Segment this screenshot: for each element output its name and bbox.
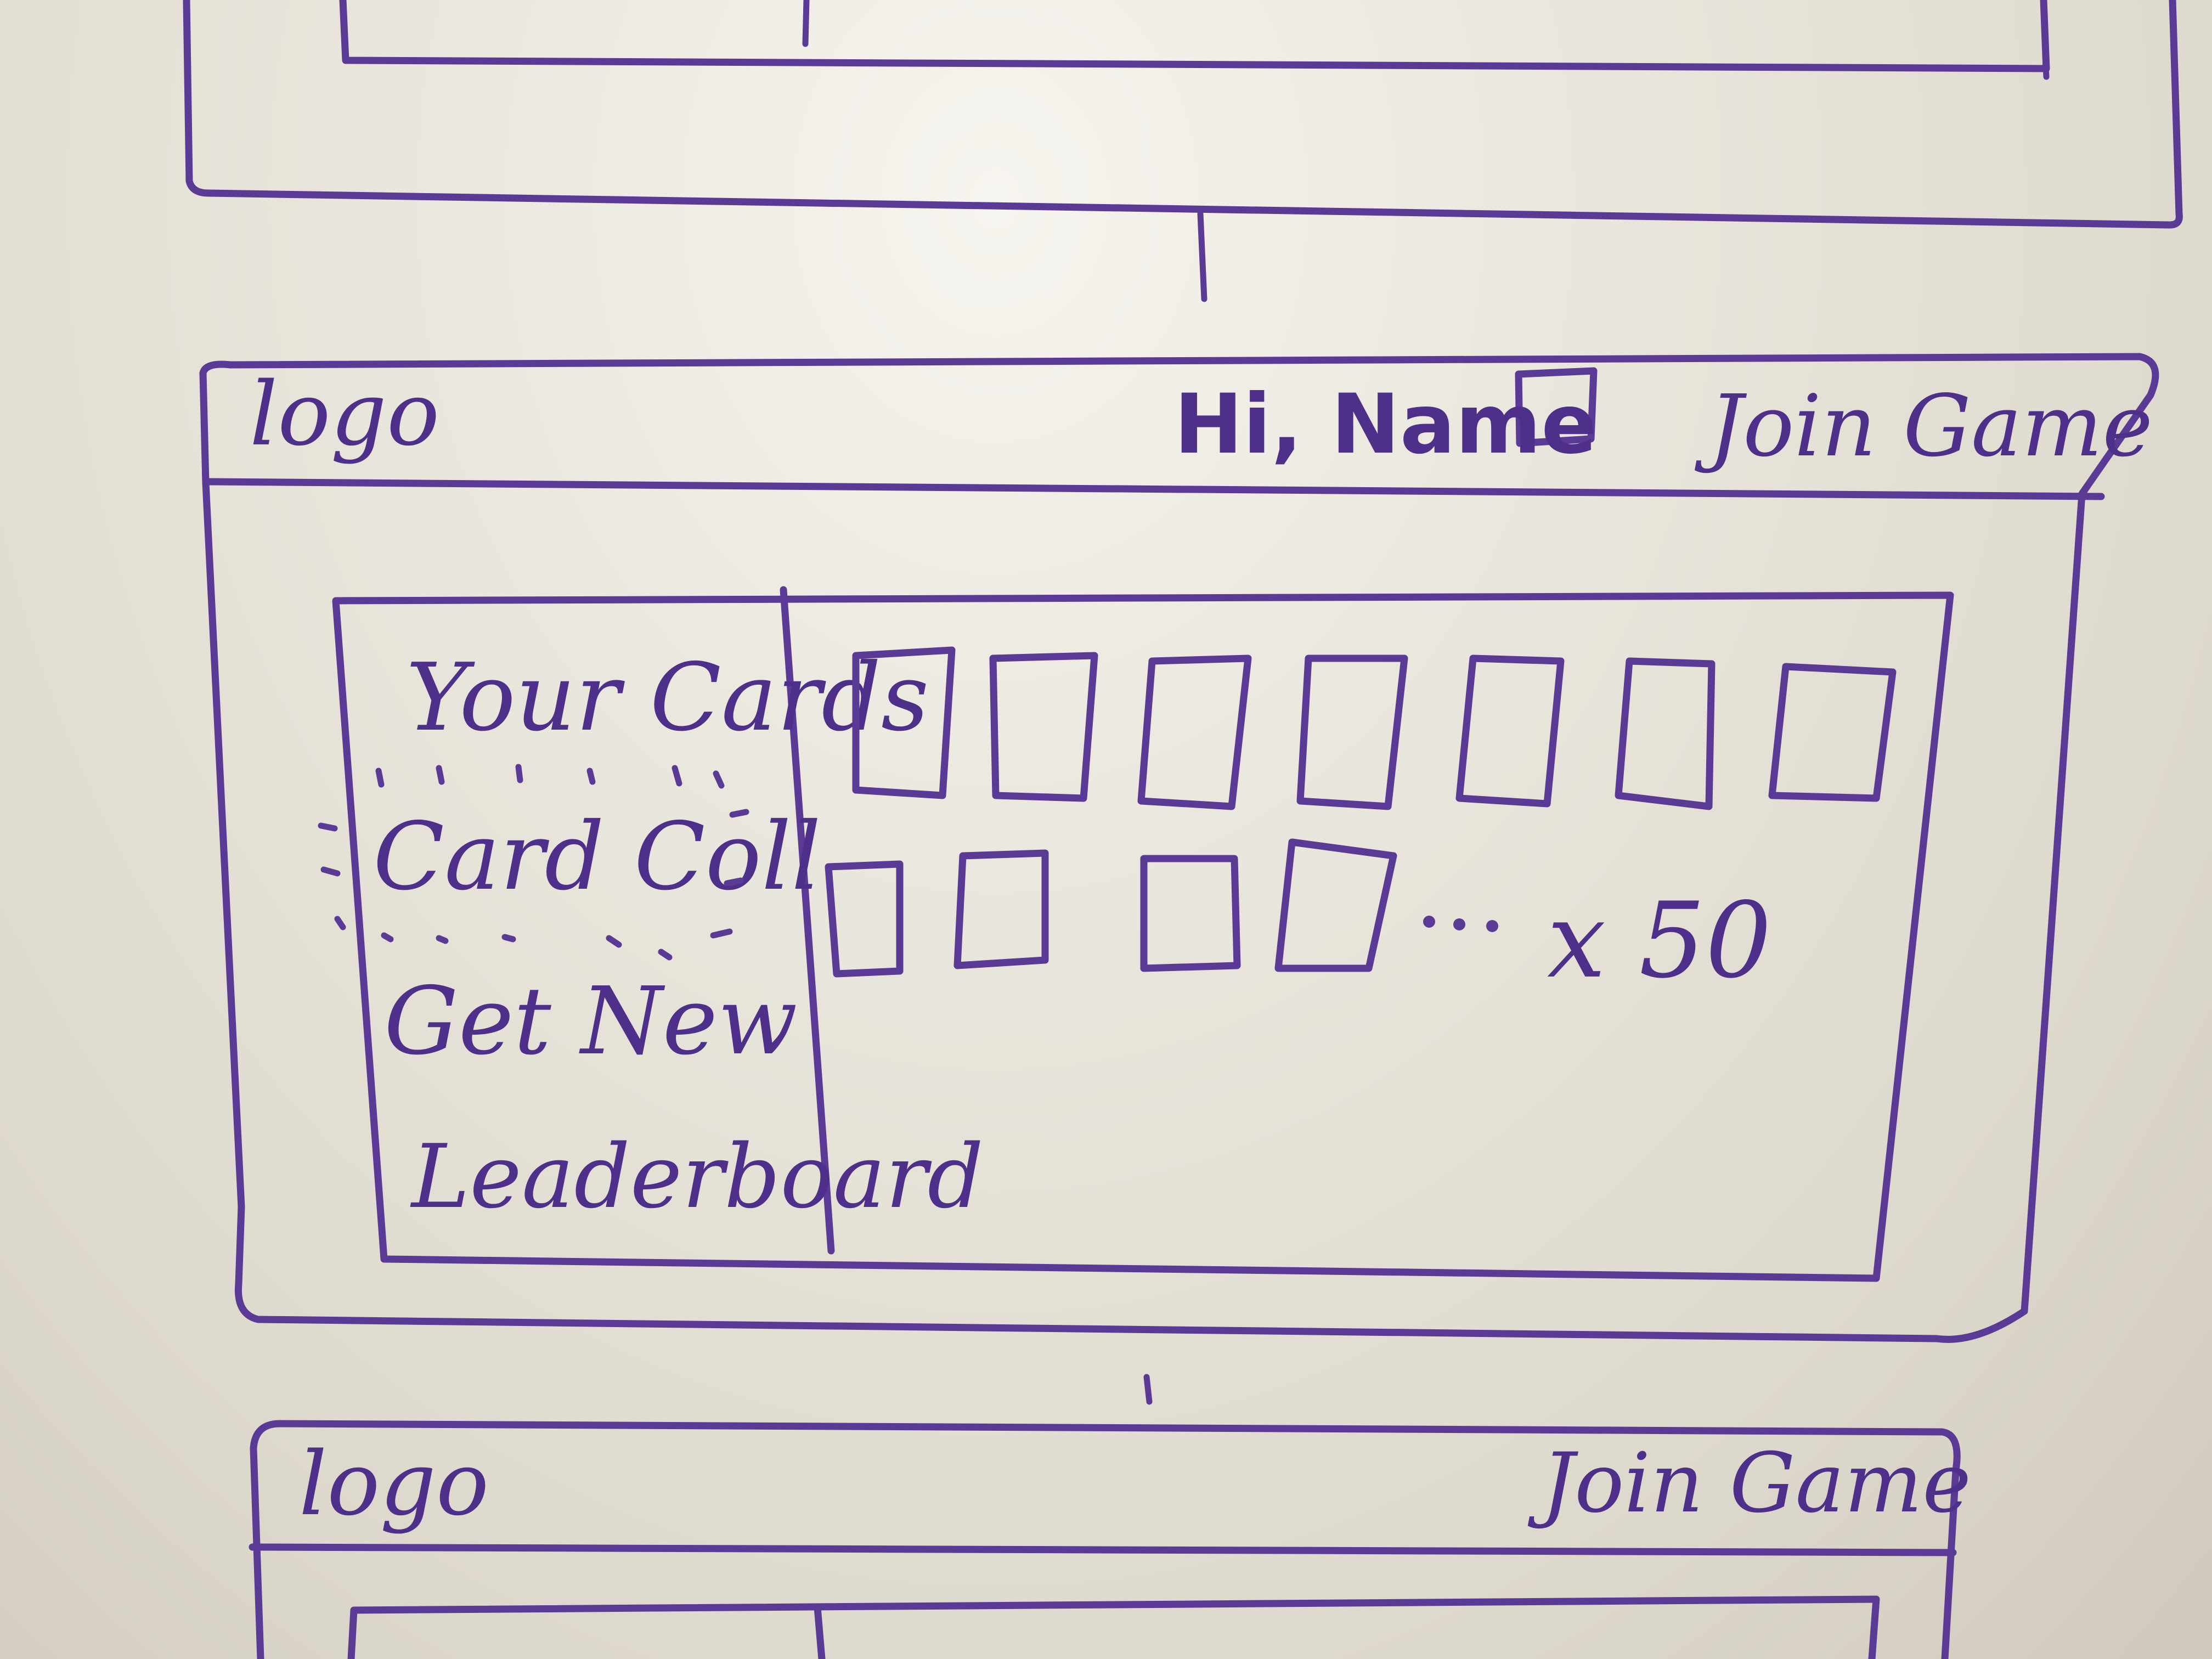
next-screen-content-panel [347,1595,1880,1659]
card-count-multiplier: x 50 [1547,880,1771,1001]
header-join-game[interactable]: Join Game [1694,376,2153,476]
sidebar-item-card-coll[interactable]: Card Coll [373,803,821,911]
card-placeholder[interactable] [989,652,1098,802]
previous-screen-frame [183,0,2183,229]
card-grid-row-2 [825,838,1397,978]
card-placeholder[interactable] [1274,838,1397,972]
previous-screen-divider [802,0,810,47]
header-divider [204,478,2105,500]
flow-connector-top [1197,211,1207,302]
next-screen-logo[interactable]: logo [299,1432,489,1535]
card-placeholder[interactable] [1137,654,1252,810]
card-placeholder[interactable] [1615,657,1716,810]
sidebar-item-leaderboard[interactable]: Leaderboard [410,1125,984,1228]
previous-screen-sketch [183,0,2183,302]
card-placeholder[interactable] [1768,663,1897,802]
card-placeholder[interactable] [1455,654,1565,808]
sidebar-item-get-new[interactable]: Get New [384,967,798,1076]
next-screen-sidebar-divider [814,1604,826,1659]
card-grid-row-1 [852,646,1897,810]
wireframe-drawing: logo Hi, Name Join Game Your Cards Card … [183,0,2183,1659]
next-screen-header-divider [249,1543,1957,1556]
next-screen-join-game[interactable]: Join Game [1527,1436,1971,1531]
header-greeting: Hi, Name [1174,377,1597,472]
whiteboard: logo Hi, Name Join Game Your Cards Card … [0,0,2212,1659]
more-cards-ellipsis [1423,916,1498,932]
card-placeholder[interactable] [953,849,1049,969]
header-logo[interactable]: logo [250,363,439,465]
previous-screen-right-edge [2042,52,2050,80]
previous-screen-inner-panel [339,0,2050,72]
sidebar-item-your-cards[interactable]: Your Cards [406,644,929,752]
card-placeholder[interactable] [1140,855,1241,972]
flow-connector-bottom [1143,1374,1153,1405]
card-placeholder[interactable] [825,860,904,978]
card-placeholder[interactable] [1296,654,1408,810]
